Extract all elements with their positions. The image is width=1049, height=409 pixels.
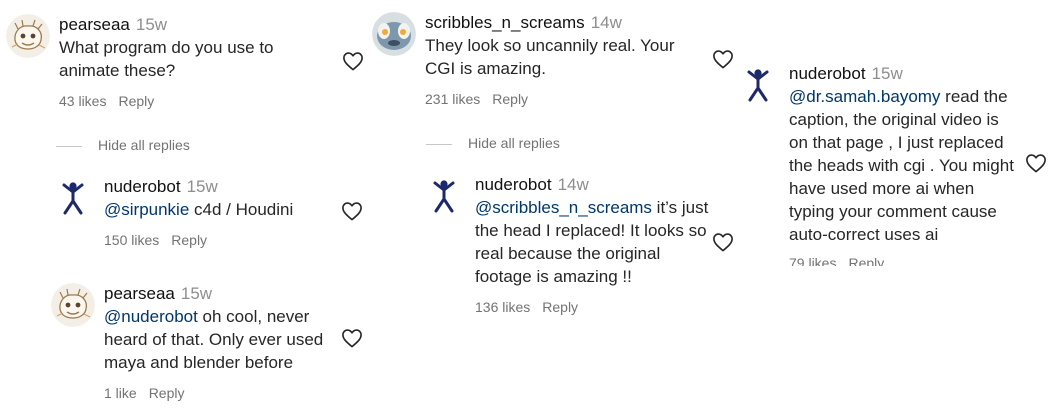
comment-header: pearseaa 15w	[104, 283, 330, 305]
heart-icon	[712, 49, 734, 69]
comment-text: @nuderobot oh cool, never heard of that.…	[104, 305, 330, 374]
comment-meta: 43 likes Reply	[59, 93, 299, 109]
reply-pearseaa: pearseaa 15w @nuderobot oh cool, never he…	[51, 283, 371, 403]
comment-body: pearseaa 15w What program do you use to a…	[59, 14, 299, 109]
comment-header: nuderobot 15w	[104, 176, 334, 198]
like-button[interactable]	[342, 51, 364, 71]
like-button[interactable]	[712, 49, 734, 69]
timestamp: 15w	[135, 15, 168, 34]
like-button[interactable]	[712, 232, 734, 252]
comment-meta: 150 likes Reply	[104, 232, 334, 248]
likes-count[interactable]: 150 likes	[104, 232, 159, 248]
blue-figure-avatar-icon	[736, 63, 780, 107]
comment-text-body: c4d / Houdini	[189, 200, 294, 219]
comment-text: What program do you use to animate these…	[59, 38, 274, 80]
likes-count[interactable]: 79 likes	[789, 255, 836, 266]
avatar-scribbles-n-screams[interactable]	[372, 12, 416, 56]
heart-icon	[712, 232, 734, 252]
comment-body: nuderobot 15w @sirpunkie c4d / Houdini 15…	[104, 176, 334, 248]
blue-figure-avatar-icon	[422, 174, 466, 218]
divider-line	[56, 145, 82, 147]
comment-column-1: pearseaa 15w What program do you use to a…	[0, 0, 372, 409]
timestamp: 15w	[180, 284, 213, 303]
reply-nuderobot: nuderobot 14w @scribbles_n_screams it’s j…	[422, 174, 742, 324]
like-button[interactable]	[341, 328, 363, 348]
comment-body: scribbles_n_screams 14w They look so unca…	[425, 12, 690, 107]
hide-replies-label: Hide all replies	[98, 137, 190, 153]
comment-meta: 136 likes Reply	[475, 299, 715, 315]
comment-header: nuderobot 14w	[475, 174, 715, 196]
likes-count[interactable]: 1 like	[104, 385, 137, 401]
likes-count[interactable]: 136 likes	[475, 299, 530, 315]
heart-icon	[341, 201, 363, 221]
comment-header: pearseaa 15w	[59, 14, 299, 36]
blob-creature-avatar-icon	[372, 12, 416, 56]
like-button[interactable]	[1025, 153, 1047, 173]
comment-pearseaa: pearseaa 15w What program do you use to a…	[6, 14, 366, 114]
timestamp: 15w	[871, 64, 903, 83]
comment-column-3: nuderobot 15w @dr.samah.bayomy read the c…	[736, 0, 1049, 409]
avatar-pearseaa[interactable]	[51, 283, 95, 327]
mention-link[interactable]: @nuderobot	[104, 307, 198, 326]
comment-text: They look so uncannily real. Your CGI is…	[425, 36, 675, 78]
hide-replies-label: Hide all replies	[468, 135, 560, 151]
comment-meta: 1 like Reply	[104, 385, 330, 401]
comment-text: @scribbles_n_screams it’s just the head …	[475, 196, 715, 288]
reply-button[interactable]: Reply	[492, 91, 528, 107]
username[interactable]: nuderobot	[789, 64, 866, 83]
comment-text: @sirpunkie c4d / Houdini	[104, 198, 334, 221]
heart-icon	[342, 51, 364, 71]
reply-button[interactable]: Reply	[848, 255, 884, 266]
comment-body: nuderobot 14w @scribbles_n_screams it’s j…	[475, 174, 715, 315]
doodle-avatar-icon	[6, 14, 50, 58]
mention-link[interactable]: @sirpunkie	[104, 200, 189, 219]
comment-text-body: read the caption, the original video is …	[789, 87, 1014, 244]
heart-icon	[1025, 153, 1047, 173]
mention-link[interactable]: @scribbles_n_screams	[475, 198, 652, 217]
comment-header: nuderobot 15w	[789, 63, 1015, 85]
mention-link[interactable]: @dr.samah.bayomy	[789, 87, 940, 106]
comment-body: nuderobot 15w @dr.samah.bayomy read the c…	[789, 63, 1015, 246]
username[interactable]: nuderobot	[475, 175, 552, 194]
doodle-avatar-icon	[51, 283, 95, 327]
comment-text: @dr.samah.bayomy read the caption, the o…	[789, 85, 1015, 246]
avatar-pearseaa[interactable]	[6, 14, 50, 58]
timestamp: 14w	[590, 13, 622, 32]
comment-meta: 79 likes Reply	[789, 255, 884, 266]
avatar-nuderobot[interactable]	[51, 176, 95, 220]
reply-button[interactable]: Reply	[542, 299, 578, 315]
reply-button[interactable]: Reply	[149, 385, 185, 401]
comment-column-2: scribbles_n_screams 14w They look so unca…	[372, 0, 744, 409]
blue-figure-avatar-icon	[51, 176, 95, 220]
comment-body: pearseaa 15w @nuderobot oh cool, never he…	[104, 283, 330, 401]
reply-button[interactable]: Reply	[171, 232, 207, 248]
likes-count[interactable]: 231 likes	[425, 91, 480, 107]
reply-button[interactable]: Reply	[118, 93, 154, 109]
username[interactable]: scribbles_n_screams	[425, 13, 585, 32]
hide-replies-button[interactable]: Hide all replies	[56, 137, 190, 153]
like-button[interactable]	[341, 201, 363, 221]
comment-scribbles: scribbles_n_screams 14w They look so unca…	[372, 12, 742, 112]
avatar-nuderobot[interactable]	[422, 174, 466, 218]
reply-nuderobot: nuderobot 15w @dr.samah.bayomy read the c…	[736, 63, 1049, 266]
divider-line	[426, 143, 452, 145]
reply-nuderobot: nuderobot 15w @sirpunkie c4d / Houdini 15…	[51, 176, 371, 256]
likes-count[interactable]: 43 likes	[59, 93, 106, 109]
comment-header: scribbles_n_screams 14w	[425, 12, 690, 34]
username[interactable]: pearseaa	[104, 284, 175, 303]
username[interactable]: pearseaa	[59, 15, 130, 34]
timestamp: 14w	[557, 175, 589, 194]
heart-icon	[341, 328, 363, 348]
avatar-nuderobot[interactable]	[736, 63, 780, 107]
timestamp: 15w	[186, 177, 218, 196]
comment-meta: 231 likes Reply	[425, 91, 690, 107]
hide-replies-button[interactable]: Hide all replies	[426, 135, 560, 151]
username[interactable]: nuderobot	[104, 177, 181, 196]
